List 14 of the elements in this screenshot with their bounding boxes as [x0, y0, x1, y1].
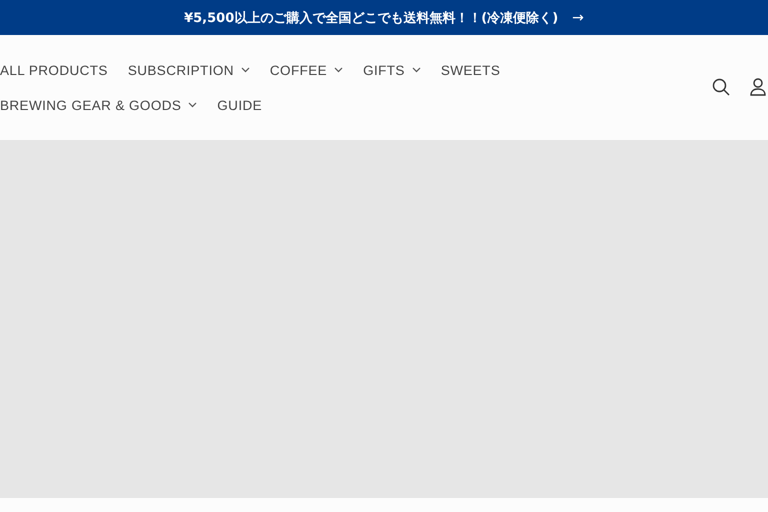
chevron-down-icon [334, 67, 344, 73]
announcement-link[interactable]: ¥5,500以上のご購入で全国どこでも送料無料！！(冷凍便除く) → [0, 0, 768, 35]
nav-link[interactable]: ALL PRODUCTS [0, 62, 108, 78]
search-icon[interactable] [712, 78, 730, 96]
nav-link[interactable]: GUIDE [217, 98, 262, 112]
nav-link[interactable]: SUBSCRIPTION [128, 62, 250, 78]
chevron-down-icon [412, 67, 421, 73]
chevron-down-icon [188, 102, 198, 108]
account-icon[interactable] [750, 78, 766, 96]
nav-link[interactable]: GIFTS [363, 62, 421, 78]
nav-link[interactable]: SWEETS [440, 62, 500, 78]
chevron-down-icon [240, 67, 250, 73]
nav-link[interactable]: BREWING GEAR & GOODS [0, 98, 198, 112]
nav-link[interactable]: COFFEE [270, 62, 344, 78]
